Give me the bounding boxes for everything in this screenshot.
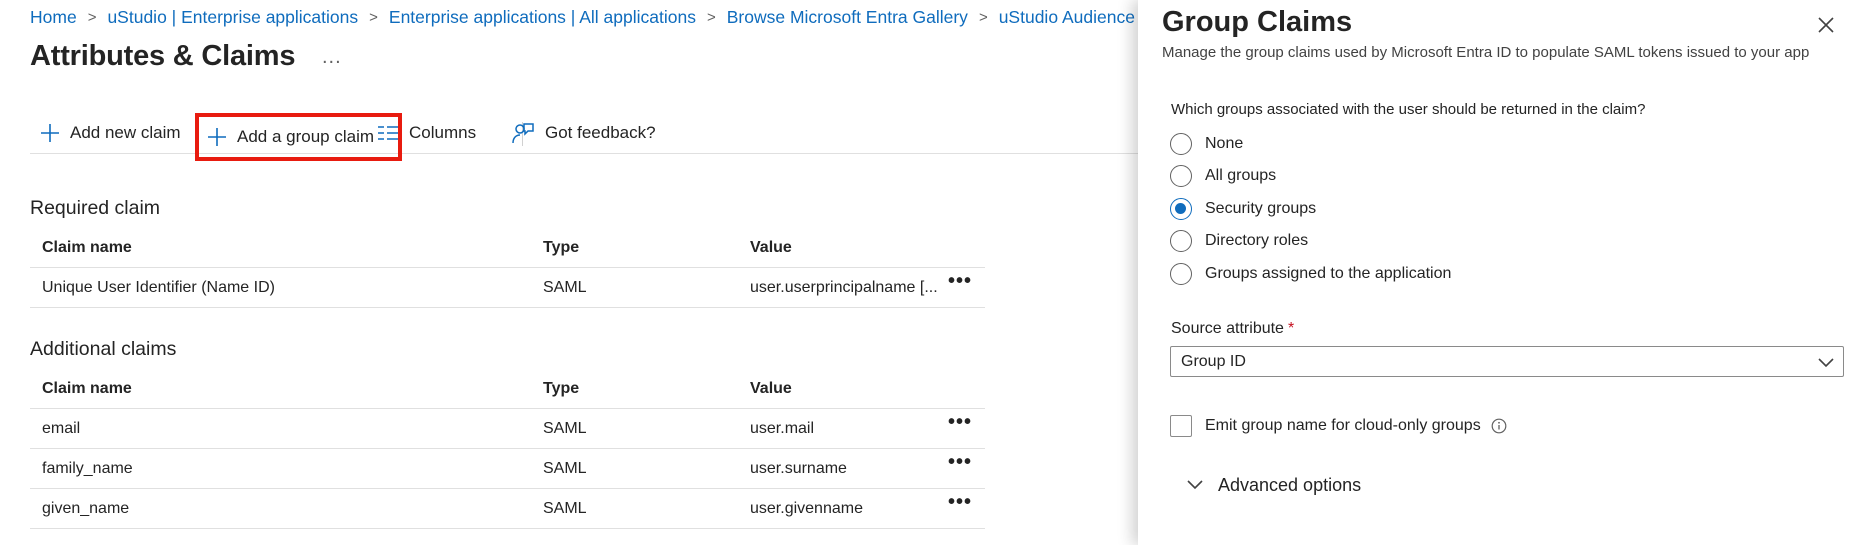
radio-label: All groups <box>1205 167 1277 184</box>
radio-label: Directory roles <box>1205 232 1309 249</box>
plus-icon <box>41 124 59 142</box>
breadcrumb-home[interactable]: Home <box>30 7 77 28</box>
table-row[interactable]: Unique User Identifier (Name ID) SAML us… <box>30 268 985 308</box>
claim-value-cell: user.givenname <box>750 499 863 517</box>
emit-group-name-checkbox[interactable] <box>1170 415 1192 437</box>
feedback-label: Got feedback? <box>545 123 656 142</box>
breadcrumb-enterprise-applications[interactable]: uStudio | Enterprise applications <box>107 7 358 28</box>
column-header-type: Type <box>543 238 580 256</box>
close-button[interactable] <box>1814 13 1838 37</box>
radio-button-selected[interactable] <box>1170 198 1192 220</box>
breadcrumb: Home > uStudio | Enterprise applications… <box>30 6 1150 28</box>
panel-title: Group Claims <box>1162 6 1353 38</box>
claim-value-cell: user.surname <box>750 459 847 477</box>
radio-label: Security groups <box>1205 200 1317 217</box>
breadcrumb-app[interactable]: uStudio Audience 3 <box>999 7 1150 28</box>
required-claim-table: Claim name Type Value Unique User Identi… <box>30 228 985 308</box>
page-title: Attributes & Claims <box>30 40 296 72</box>
source-attribute-label-text: Source attribute <box>1171 320 1284 337</box>
breadcrumb-separator-icon: > <box>87 8 97 26</box>
chevron-down-icon <box>1818 358 1834 368</box>
column-header-value: Value <box>750 238 792 256</box>
column-header-type: Type <box>543 379 580 397</box>
row-more-actions-button[interactable]: ••• <box>948 262 972 301</box>
radio-button[interactable] <box>1170 263 1192 285</box>
source-attribute-value: Group ID <box>1181 352 1246 370</box>
add-group-claim-button[interactable]: Add a group claim <box>195 113 402 161</box>
breadcrumb-separator-icon: > <box>978 8 988 26</box>
radio-button[interactable] <box>1170 133 1192 155</box>
radio-option-security-groups[interactable]: Security groups <box>1170 195 1316 223</box>
claim-name-cell: Unique User Identifier (Name ID) <box>42 278 275 296</box>
breadcrumb-all-applications[interactable]: Enterprise applications | All applicatio… <box>389 7 696 28</box>
breadcrumb-gallery[interactable]: Browse Microsoft Entra Gallery <box>727 7 968 28</box>
table-row[interactable]: family_name SAML user.surname ••• <box>30 449 985 489</box>
row-more-actions-button[interactable]: ••• <box>948 483 972 522</box>
emit-group-name-label: Emit group name for cloud-only groups <box>1205 417 1481 434</box>
column-header-claim-name: Claim name <box>42 238 132 256</box>
claim-type-cell: SAML <box>543 499 587 517</box>
column-header-claim-name: Claim name <box>42 379 132 397</box>
radio-option-none[interactable]: None <box>1170 130 1243 158</box>
radio-option-assigned-groups[interactable]: Groups assigned to the application <box>1170 260 1451 288</box>
source-attribute-dropdown[interactable]: Group ID <box>1170 346 1844 377</box>
feedback-button[interactable]: Got feedback? <box>511 114 656 152</box>
radio-label: Groups assigned to the application <box>1205 265 1452 282</box>
table-row[interactable]: email SAML user.mail ••• <box>30 409 985 449</box>
claim-name-cell: given_name <box>42 499 130 517</box>
panel-subtitle: Manage the group claims used by Microsof… <box>1162 44 1810 61</box>
column-header-value: Value <box>750 379 792 397</box>
claim-type-cell: SAML <box>543 419 587 437</box>
radio-label: None <box>1205 135 1244 152</box>
row-more-actions-button[interactable]: ••• <box>948 443 972 482</box>
claim-value-cell: user.userprincipalname [... <box>750 278 938 296</box>
toolbar: Add new claim Add a group claim Columns … <box>30 113 1140 161</box>
radio-button[interactable] <box>1170 165 1192 187</box>
close-icon <box>1818 17 1834 33</box>
group-claims-panel: Group Claims Manage the group claims use… <box>1138 0 1860 545</box>
group-type-question: Which groups associated with the user sh… <box>1171 101 1646 118</box>
breadcrumb-separator-icon: > <box>369 8 378 26</box>
emit-group-name-row: Emit group name for cloud-only groups <box>1170 413 1507 439</box>
plus-icon <box>208 128 226 146</box>
radio-option-directory-roles[interactable]: Directory roles <box>1170 227 1308 255</box>
claim-name-cell: email <box>42 419 81 437</box>
add-new-claim-label: Add new claim <box>70 123 181 142</box>
claim-type-cell: SAML <box>543 278 587 296</box>
source-attribute-label: Source attribute * <box>1171 320 1294 338</box>
advanced-options-label: Advanced options <box>1218 474 1362 495</box>
columns-icon <box>378 126 398 140</box>
add-new-claim-button[interactable]: Add new claim <box>40 114 181 152</box>
info-icon[interactable] <box>1491 418 1507 434</box>
chevron-down-icon <box>1187 480 1203 490</box>
claim-value-cell: user.mail <box>750 419 815 437</box>
row-more-actions-button[interactable]: ••• <box>948 403 972 442</box>
feedback-icon <box>512 123 534 144</box>
table-header-row: Claim name Type Value <box>30 369 985 409</box>
additional-claims-table: Claim name Type Value email SAML user.ma… <box>30 369 985 529</box>
claim-type-cell: SAML <box>543 459 587 477</box>
required-claim-heading: Required claim <box>30 197 161 219</box>
more-actions-button[interactable]: ... <box>322 46 342 69</box>
radio-button[interactable] <box>1170 230 1192 252</box>
breadcrumb-separator-icon: > <box>706 8 716 26</box>
table-header-row: Claim name Type Value <box>30 228 985 268</box>
required-marker: * <box>1287 320 1295 337</box>
table-row[interactable]: given_name SAML user.givenname ••• <box>30 489 985 529</box>
radio-option-all-groups[interactable]: All groups <box>1170 162 1276 190</box>
columns-button[interactable]: Columns <box>377 114 476 152</box>
columns-label: Columns <box>409 123 477 142</box>
additional-claims-heading: Additional claims <box>30 338 177 360</box>
claim-name-cell: family_name <box>42 459 133 477</box>
advanced-options-toggle[interactable]: Advanced options <box>1186 472 1361 498</box>
add-group-claim-label: Add a group claim <box>237 127 375 146</box>
